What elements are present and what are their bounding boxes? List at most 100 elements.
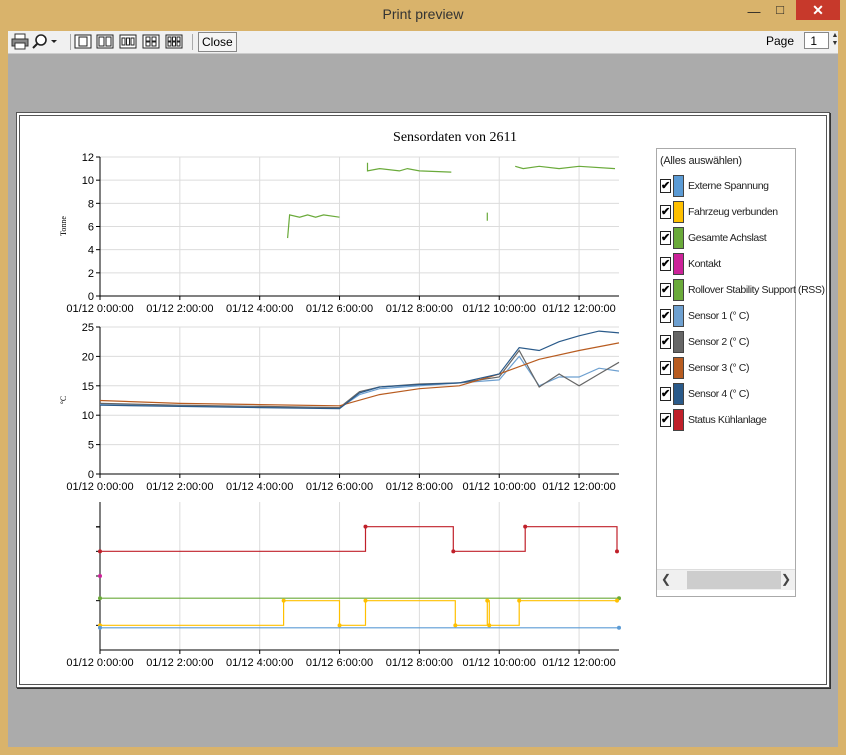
x-tick-label: 01/12 6:00:00 [306, 481, 373, 493]
legend-item[interactable]: ✔ Status Kühlanlage [660, 409, 794, 431]
legend-swatch [673, 357, 684, 379]
x-tick-label: 01/12 4:00:00 [226, 481, 293, 493]
scroll-left-icon[interactable]: ❮ [661, 572, 671, 586]
series-point [615, 598, 620, 603]
series-point [453, 623, 458, 628]
y-tick-label: 4 [88, 245, 94, 257]
series-point [517, 598, 522, 603]
legend-checkbox[interactable]: ✔ [660, 309, 671, 323]
series-point [523, 524, 528, 529]
scroll-right-icon[interactable]: ❯ [781, 572, 791, 586]
legend-item[interactable]: ✔ Sensor 2 (° C) [660, 331, 794, 353]
series-point [281, 598, 286, 603]
series-line [100, 526, 618, 552]
series-line [100, 600, 617, 626]
x-tick-label: 01/12 8:00:00 [386, 657, 453, 669]
legend-checkbox[interactable]: ✔ [660, 335, 671, 349]
legend-item[interactable]: ✔ Sensor 4 (° C) [660, 383, 794, 405]
legend-checkbox[interactable]: ✔ [660, 387, 671, 401]
y-tick-label: 5 [88, 440, 94, 452]
print-preview-window: Print preview — □ ✕ Close Page 1 ▲ ▼ Sen… [0, 0, 846, 755]
y-tick-label: 10 [82, 175, 94, 187]
legend-swatch [673, 305, 684, 327]
x-tick-label: 01/12 2:00:00 [146, 481, 213, 493]
x-tick-label: 01/12 12:00:00 [542, 303, 615, 315]
y-tick-label: 8 [88, 198, 94, 210]
series-point [98, 596, 102, 601]
legend-item[interactable]: ✔ Fahrzeug verbunden [660, 201, 794, 223]
legend-label: Sensor 1 (° C) [688, 310, 750, 322]
x-tick-label: 01/12 2:00:00 [146, 657, 213, 669]
legend-checkbox[interactable]: ✔ [660, 361, 671, 375]
legend-item[interactable]: ✔ Sensor 3 (° C) [660, 357, 794, 379]
series-point [451, 549, 456, 554]
y-tick-label: 0 [88, 469, 94, 481]
legend-swatch [673, 227, 684, 249]
series-point [363, 598, 368, 603]
y-tick-label: 10 [82, 410, 94, 422]
legend-checkbox[interactable]: ✔ [660, 283, 671, 297]
legend-item[interactable]: ✔ Kontakt [660, 253, 794, 275]
x-tick-label: 01/12 0:00:00 [66, 657, 133, 669]
series-point [363, 524, 368, 529]
x-tick-label: 01/12 12:00:00 [542, 657, 615, 669]
legend-swatch [673, 409, 684, 431]
series-point [98, 574, 102, 578]
legend-panel: (Alles auswählen) ✔ Externe Spannung ✔ Fahr… [656, 148, 825, 597]
legend-item[interactable]: ✔ Sensor 1 (° C) [660, 305, 794, 327]
series-line [99, 342, 620, 407]
x-tick-label: 01/12 8:00:00 [386, 303, 453, 315]
x-tick-label: 01/12 0:00:00 [66, 481, 133, 493]
legend-label: Externe Spannung [688, 180, 769, 192]
legend-checkbox[interactable]: ✔ [660, 257, 671, 271]
series-point [487, 623, 492, 628]
series-point [615, 549, 620, 554]
scrollbar-thumb[interactable] [687, 571, 781, 589]
series-line [99, 330, 620, 410]
y-tick-label: 2 [88, 268, 94, 280]
legend-label: Kontakt [688, 258, 721, 270]
legend-label: Sensor 4 (° C) [688, 388, 750, 400]
legend-checkbox[interactable]: ✔ [660, 179, 671, 193]
y-tick-label: 12 [82, 152, 94, 164]
y-tick-label: 20 [82, 351, 94, 363]
x-tick-label: 01/12 6:00:00 [306, 303, 373, 315]
x-tick-label: 01/12 2:00:00 [146, 303, 213, 315]
x-tick-label: 01/12 0:00:00 [66, 303, 133, 315]
legend-label: Rollover Stability Support (RSS) [688, 284, 825, 296]
x-tick-label: 01/12 6:00:00 [306, 657, 373, 669]
series-point [485, 598, 490, 603]
series-point [337, 623, 342, 628]
legend-swatch [673, 201, 684, 223]
y-tick-label: 0 [88, 291, 94, 303]
legend-label: Gesamte Achslast [688, 232, 767, 244]
x-tick-label: 01/12 4:00:00 [226, 657, 293, 669]
y-axis-label: °C [59, 396, 68, 405]
x-tick-label: 01/12 8:00:00 [386, 481, 453, 493]
legend-item[interactable]: ✔ Gesamte Achslast [660, 227, 794, 249]
legend-swatch [673, 383, 684, 405]
legend-swatch [673, 175, 684, 197]
series-point [98, 625, 102, 630]
legend-label: Fahrzeug verbunden [688, 206, 778, 218]
legend-checkbox[interactable]: ✔ [660, 231, 671, 245]
legend-item[interactable]: ✔ Rollover Stability Support (RSS) [660, 279, 825, 301]
chart-title: Sensordaten von 2611 [393, 130, 517, 145]
x-tick-label: 01/12 12:00:00 [542, 481, 615, 493]
legend-select-all[interactable]: (Alles auswählen) [660, 155, 742, 167]
x-tick-label: 01/12 10:00:00 [463, 481, 536, 493]
y-tick-label: 15 [82, 381, 94, 393]
legend-item[interactable]: ✔ Externe Spannung [660, 175, 794, 197]
legend-label: Status Kühlanlage [688, 414, 767, 426]
y-tick-label: 25 [82, 322, 94, 334]
y-axis-label: Tonne [59, 216, 68, 236]
legend-scrollbar[interactable]: ❮ ❯ [657, 569, 795, 590]
legend-swatch [673, 253, 684, 275]
y-tick-label: 6 [88, 222, 94, 234]
legend-checkbox[interactable]: ✔ [660, 413, 671, 427]
legend-label: Sensor 3 (° C) [688, 362, 750, 374]
x-tick-label: 01/12 10:00:00 [463, 303, 536, 315]
legend-checkbox[interactable]: ✔ [660, 205, 671, 219]
x-tick-label: 01/12 10:00:00 [463, 657, 536, 669]
series-point [617, 625, 621, 630]
